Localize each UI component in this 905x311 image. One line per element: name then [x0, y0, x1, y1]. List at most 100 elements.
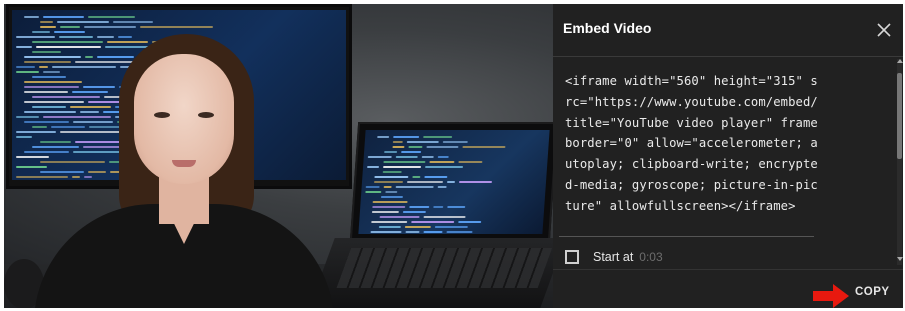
- screen-code-line: [408, 146, 423, 148]
- screen-code-line: [395, 186, 434, 188]
- screen-code-line: [16, 46, 32, 48]
- screen-code-line: [365, 186, 380, 188]
- screen-code-line: [372, 201, 408, 203]
- presenter-face: [134, 54, 234, 184]
- screen-code-line: [423, 231, 443, 233]
- screen-code-line: [378, 226, 401, 228]
- scrollbar-thumb[interactable]: [897, 73, 902, 159]
- screen-code-line: [140, 26, 213, 28]
- red-arrow-icon: [813, 284, 849, 308]
- video-thumbnail[interactable]: [4, 4, 553, 308]
- screen-code-line: [113, 21, 153, 23]
- screen-code-line: [424, 176, 448, 178]
- screen-code-line: [458, 221, 482, 223]
- screen-code-line: [32, 31, 50, 33]
- screen-code-line: [402, 211, 426, 213]
- screen-code-line: [424, 166, 464, 168]
- screen-code-line: [437, 156, 449, 158]
- screen-code-line: [88, 16, 135, 18]
- scroll-up-arrow-icon[interactable]: [897, 59, 903, 63]
- screen-code-line: [393, 136, 420, 138]
- keyboard-keys: [336, 248, 553, 288]
- start-at-option: Start at 0:03: [565, 247, 663, 267]
- screen-code-line: [371, 221, 408, 223]
- screen-code-line: [434, 226, 468, 228]
- screen-code-line: [384, 151, 398, 153]
- start-at-checkbox[interactable]: [565, 250, 579, 264]
- screen-code-line: [57, 21, 109, 23]
- screen-code-line: [373, 181, 404, 183]
- screen-code-line: [429, 161, 455, 163]
- screen-code-line: [366, 166, 380, 168]
- screen-code-line: [404, 226, 431, 228]
- screen-code-line: [383, 186, 392, 188]
- screen-code-line: [60, 26, 80, 28]
- screen-code-line: [383, 161, 426, 163]
- screen-code-line: [433, 206, 444, 208]
- screen-code-line: [462, 146, 506, 148]
- laptop-screen-frame: [349, 122, 553, 242]
- screen-code-line: [401, 151, 422, 153]
- laptop-keyboard: [309, 238, 553, 308]
- presenter-neckline: [162, 199, 206, 244]
- embed-code-scrollbar[interactable]: [897, 59, 902, 265]
- screen-code-line: [406, 181, 444, 183]
- screen-code-line: [458, 161, 483, 163]
- screen-code-line: [16, 136, 32, 138]
- screen-code-line: [379, 216, 420, 218]
- embed-code-text[interactable]: <iframe width="560" height="315" src="ht…: [565, 71, 821, 217]
- screen-code-line: [382, 171, 402, 173]
- panel-header: Embed Video: [553, 4, 903, 57]
- embed-video-panel: Embed Video <iframe width="560" height="…: [553, 4, 903, 308]
- start-at-label: Start at: [593, 250, 634, 264]
- screen-code-line: [365, 191, 382, 193]
- embed-code-divider: [559, 236, 814, 237]
- screen-code-line: [458, 181, 493, 183]
- screen-code-line: [412, 176, 421, 178]
- screen-code-line: [395, 156, 418, 158]
- screen-code-line: [392, 141, 403, 143]
- screen-code-line: [385, 191, 398, 193]
- screen-code-line: [426, 146, 459, 148]
- presenter-mouth: [172, 160, 196, 167]
- presenter: [34, 34, 334, 308]
- embed-screenshot: Embed Video <iframe width="560" height="…: [4, 4, 903, 308]
- presenter-eye-right: [198, 112, 214, 118]
- screen-code-line: [370, 231, 402, 233]
- screen-code-line: [423, 216, 466, 218]
- panel-footer: COPY: [553, 269, 903, 308]
- embed-code-box[interactable]: <iframe width="560" height="315" src="ht…: [559, 59, 893, 239]
- screen-code-line: [371, 211, 399, 213]
- panel-title: Embed Video: [563, 20, 652, 36]
- screen-code-line: [54, 31, 85, 33]
- screen-code-line: [367, 156, 392, 158]
- laptop-screen: [358, 130, 550, 234]
- screen-code-line: [40, 26, 56, 28]
- screen-code-line: [16, 66, 35, 68]
- screen-code-line: [374, 176, 409, 178]
- screen-code-line: [442, 141, 468, 143]
- screen-code-line: [423, 136, 453, 138]
- start-at-time: 0:03: [639, 250, 663, 264]
- screen-code-line: [382, 166, 422, 168]
- close-icon[interactable]: [874, 20, 894, 40]
- screen-code-line: [447, 206, 466, 208]
- screen-code-line: [409, 206, 430, 208]
- screen-code-line: [406, 141, 439, 143]
- presenter-eye-left: [154, 112, 170, 118]
- screen-code-line: [421, 156, 434, 158]
- screen-code-line: [43, 16, 84, 18]
- screen-code-line: [392, 146, 405, 148]
- screen-code-line: [411, 221, 455, 223]
- screen-code-line: [372, 206, 406, 208]
- screen-code-line: [40, 21, 53, 23]
- screen-code-line: [446, 181, 456, 183]
- copy-button[interactable]: COPY: [855, 286, 890, 298]
- screen-code-line: [446, 231, 473, 233]
- scroll-down-arrow-icon[interactable]: [897, 257, 903, 261]
- screen-code-line: [377, 136, 390, 138]
- screen-code-line: [405, 231, 420, 233]
- screen-code-line: [437, 186, 447, 188]
- screen-code-line: [380, 196, 404, 198]
- screen-code-line: [84, 26, 136, 28]
